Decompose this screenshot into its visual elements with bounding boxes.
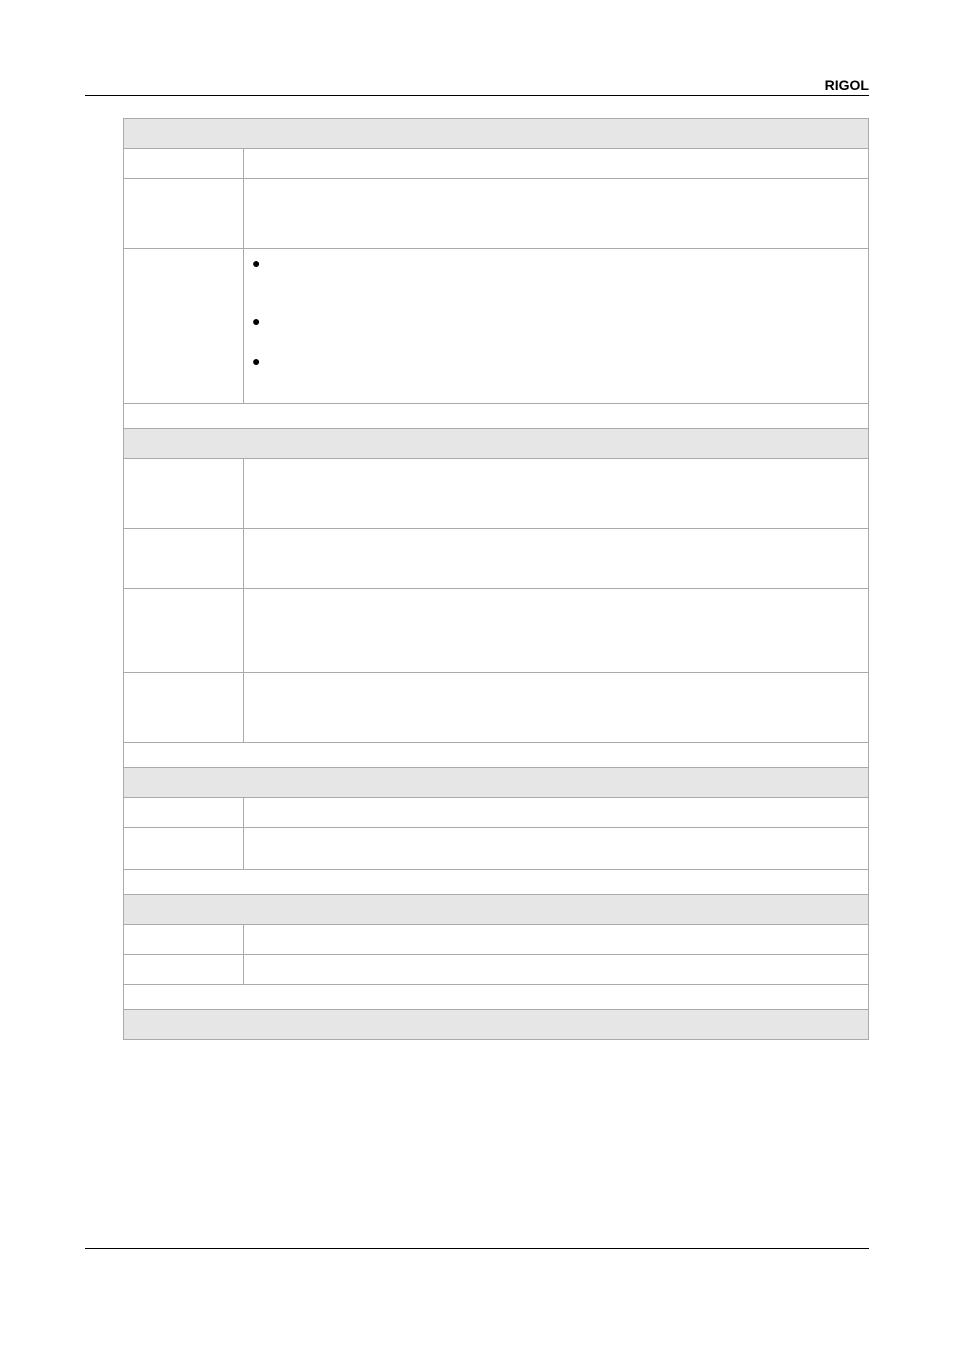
section-header — [124, 768, 869, 798]
bullet-dot: ● — [252, 255, 280, 271]
cell — [124, 955, 244, 985]
cell — [244, 828, 869, 870]
cell — [124, 589, 244, 673]
bullet-dot: ● — [252, 313, 280, 329]
brand-label: RIGOL — [825, 77, 869, 93]
bullet-item: ● — [252, 353, 860, 369]
spanning-cell — [124, 404, 869, 429]
bullet-item: ● — [252, 255, 860, 271]
section-header — [124, 429, 869, 459]
section-header — [124, 1010, 869, 1040]
cell — [124, 798, 244, 828]
spec-table: ● ● ● — [123, 118, 869, 1040]
footer-rule — [85, 1248, 869, 1249]
spanning-cell — [124, 870, 869, 895]
cell-bullets: ● ● ● — [244, 249, 869, 404]
bullet-dot: ● — [252, 353, 280, 369]
section-header — [124, 119, 869, 149]
cell — [124, 673, 244, 743]
main-content: ● ● ● — [123, 118, 869, 1040]
header-rule — [85, 95, 869, 96]
cell — [244, 179, 869, 249]
cell — [244, 798, 869, 828]
cell — [244, 149, 869, 179]
cell — [124, 179, 244, 249]
cell — [124, 149, 244, 179]
bullet-item: ● — [252, 313, 860, 329]
cell — [244, 955, 869, 985]
spanning-cell — [124, 985, 869, 1010]
cell — [124, 925, 244, 955]
cell — [244, 589, 869, 673]
cell — [124, 828, 244, 870]
cell — [124, 459, 244, 529]
cell — [244, 673, 869, 743]
cell — [124, 529, 244, 589]
cell — [244, 925, 869, 955]
section-header — [124, 895, 869, 925]
cell — [124, 249, 244, 404]
cell — [244, 459, 869, 529]
cell — [244, 529, 869, 589]
spanning-cell — [124, 743, 869, 768]
